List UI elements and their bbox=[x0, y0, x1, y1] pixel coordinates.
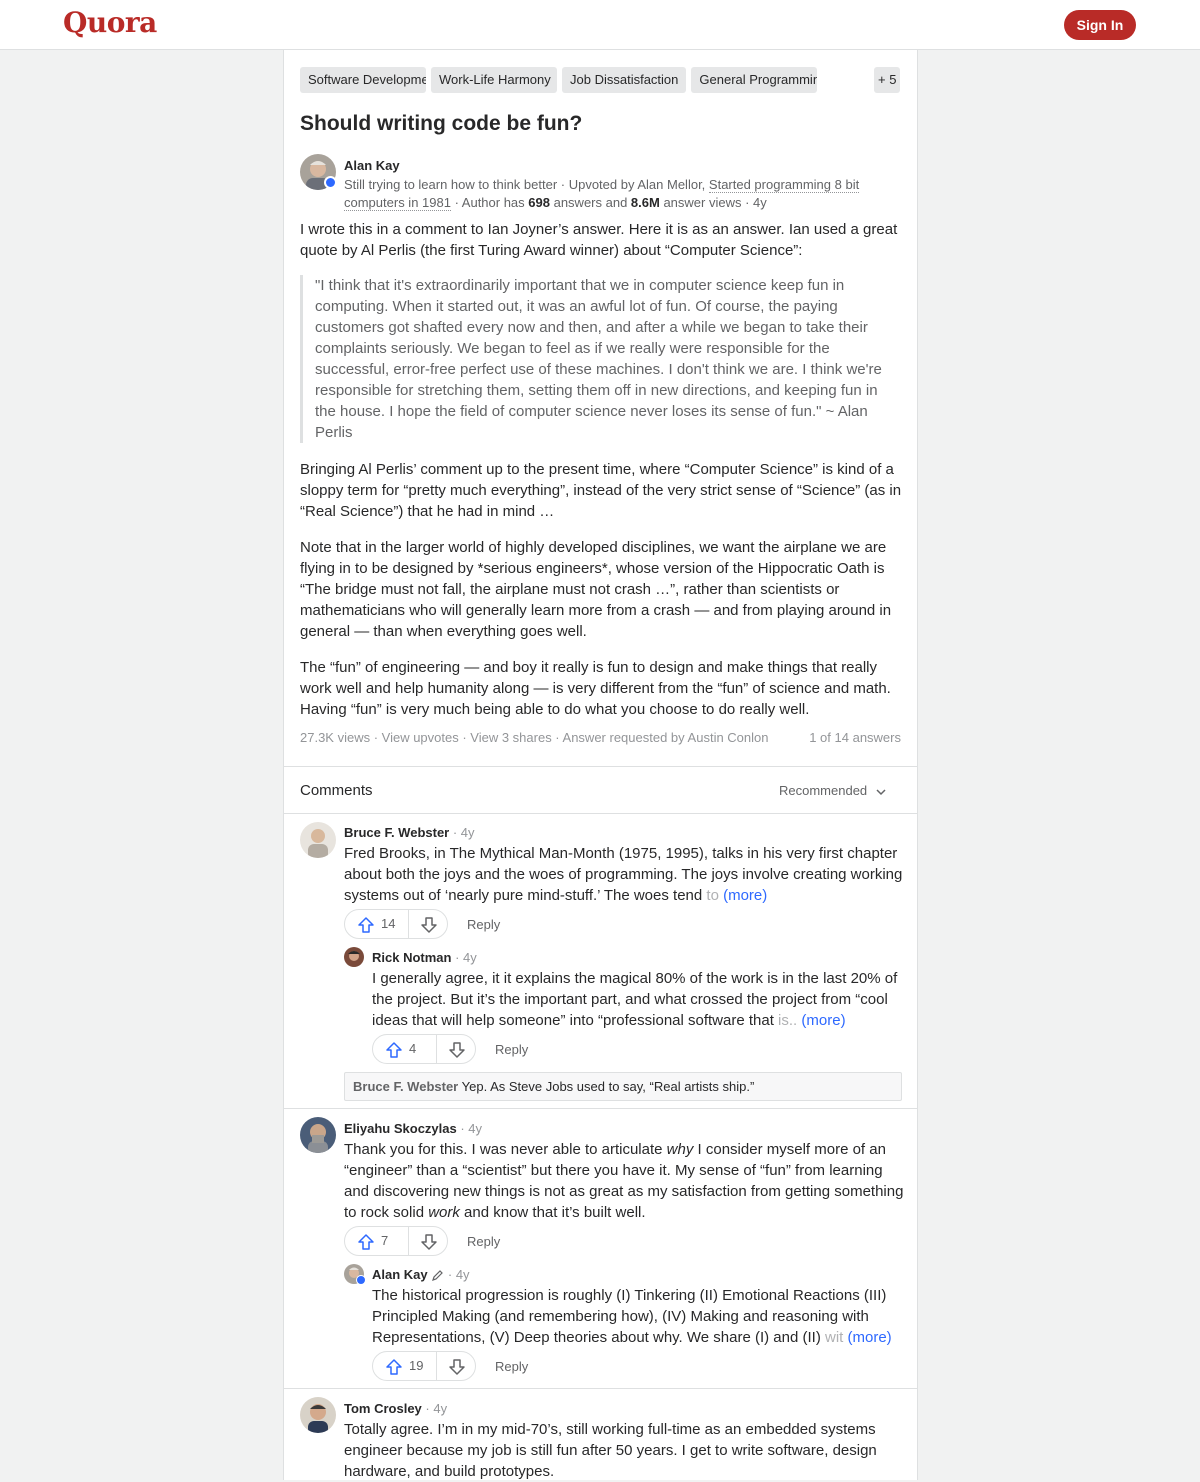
comment-author[interactable]: Tom Crosley bbox=[344, 1401, 422, 1416]
comment-text: Thank you for this. I was never able to … bbox=[344, 1141, 904, 1221]
chevron-down-icon bbox=[876, 789, 886, 795]
pencil-icon bbox=[432, 1270, 444, 1282]
verified-icon bbox=[356, 1275, 366, 1285]
comment-author[interactable]: Alan Kay bbox=[372, 1267, 428, 1282]
comment-meta: Alan Kay · 4y bbox=[372, 1267, 470, 1282]
divider bbox=[284, 766, 917, 767]
question-title[interactable]: Should writing code be fun? bbox=[300, 112, 582, 136]
sign-in-button[interactable]: Sign In bbox=[1064, 10, 1136, 40]
avatar[interactable] bbox=[300, 822, 336, 858]
sort-dropdown[interactable]: Recommended bbox=[779, 783, 887, 798]
topic-list: Software DevelopmentWork-Life HarmonyJob… bbox=[300, 67, 902, 93]
avatar[interactable] bbox=[300, 1397, 336, 1433]
reply-button[interactable]: Reply bbox=[495, 1042, 528, 1057]
answer-paragraph: The “fun” of engineering — and boy it re… bbox=[300, 659, 891, 718]
topic-chip[interactable]: Software Development bbox=[300, 67, 426, 93]
comment-text: I generally agree, it it explains the ma… bbox=[372, 970, 898, 1029]
downvote-icon bbox=[421, 917, 437, 933]
reply-button[interactable]: Reply bbox=[467, 917, 500, 932]
downvote-button[interactable] bbox=[410, 910, 448, 938]
author-name[interactable]: Alan Kay bbox=[344, 158, 400, 173]
author-credential: Still trying to learn how to think bette… bbox=[344, 177, 860, 211]
comments-title: Comments bbox=[300, 782, 373, 799]
more-link[interactable]: (more) bbox=[723, 887, 767, 904]
answer-paragraph: I wrote this in a comment to Ian Joyner’… bbox=[300, 221, 898, 259]
more-topics-button[interactable]: + 5 bbox=[874, 67, 901, 93]
more-link[interactable]: (more) bbox=[801, 1012, 845, 1029]
downvote-button[interactable] bbox=[410, 1227, 448, 1255]
vote-control: 14 bbox=[344, 909, 448, 939]
upvote-icon bbox=[386, 1359, 402, 1375]
topic-chip[interactable]: Job Dissatisfaction bbox=[562, 67, 687, 93]
credential-link[interactable]: Started programming 8 bit bbox=[708, 177, 860, 193]
answer-count: 1 of 14 answers bbox=[809, 730, 901, 745]
comment-meta: Tom Crosley · 4y bbox=[344, 1401, 448, 1416]
comment-author[interactable]: Bruce F. Webster bbox=[344, 825, 449, 840]
comment-author[interactable]: Eliyahu Skoczylas bbox=[344, 1121, 457, 1136]
comment-meta: Bruce F. Webster · 4y bbox=[344, 825, 475, 840]
credential-link[interactable]: computers in 1981 bbox=[344, 195, 451, 211]
downvote-button[interactable] bbox=[438, 1035, 476, 1063]
comment-text: Totally agree. I’m in my mid-70’s, still… bbox=[344, 1421, 877, 1480]
comment-author[interactable]: Rick Notman bbox=[372, 950, 451, 965]
verified-icon bbox=[324, 176, 337, 189]
more-link[interactable]: (more) bbox=[848, 1329, 892, 1346]
answer-card: Software DevelopmentWork-Life HarmonyJob… bbox=[283, 50, 918, 1480]
downvote-button[interactable] bbox=[438, 1352, 476, 1380]
upvote-button[interactable]: 7 bbox=[345, 1227, 409, 1255]
upvote-icon bbox=[358, 1234, 374, 1250]
reply-button[interactable]: Reply bbox=[467, 1234, 500, 1249]
upvote-icon bbox=[386, 1042, 402, 1058]
upvote-button[interactable]: 14 bbox=[345, 910, 409, 938]
topic-chip[interactable]: General Programming bbox=[691, 67, 818, 93]
downvote-icon bbox=[449, 1359, 465, 1375]
answer-stats[interactable]: 27.3K views · View upvotes · View 3 shar… bbox=[300, 730, 769, 745]
comment-text: The historical progression is roughly (I… bbox=[372, 1287, 892, 1346]
divider bbox=[284, 1108, 917, 1109]
comment-text: Fred Brooks, in The Mythical Man-Month (… bbox=[344, 845, 903, 904]
reply-button[interactable]: Reply bbox=[495, 1359, 528, 1374]
collapsed-reply[interactable]: Bruce F. Webster Yep. As Steve Jobs used… bbox=[344, 1072, 902, 1101]
top-bar: Quora Sign In bbox=[0, 0, 1200, 50]
vote-control: 19 bbox=[372, 1351, 476, 1381]
vote-control: 7 bbox=[344, 1226, 448, 1256]
topic-chip[interactable]: Work-Life Harmony bbox=[431, 67, 557, 93]
comment-meta: Eliyahu Skoczylas · 4y bbox=[344, 1121, 483, 1136]
upvote-button[interactable]: 19 bbox=[373, 1352, 437, 1380]
upvote-icon bbox=[358, 917, 374, 933]
answer-paragraph: Note that in the larger world of highly … bbox=[300, 539, 892, 640]
answer-paragraph: Bringing Al Perlis’ comment up to the pr… bbox=[300, 461, 902, 520]
avatar[interactable] bbox=[344, 947, 364, 967]
comment-meta: Rick Notman · 4y bbox=[372, 950, 477, 965]
answer-blockquote: "I think that it's extraordinarily impor… bbox=[300, 275, 902, 443]
downvote-icon bbox=[449, 1042, 465, 1058]
quora-logo[interactable]: Quora bbox=[63, 6, 157, 39]
divider bbox=[284, 813, 917, 814]
downvote-icon bbox=[421, 1234, 437, 1250]
avatar[interactable] bbox=[300, 1117, 336, 1153]
upvote-button[interactable]: 4 bbox=[373, 1035, 437, 1063]
divider bbox=[284, 1388, 917, 1389]
vote-control: 4 bbox=[372, 1034, 476, 1064]
